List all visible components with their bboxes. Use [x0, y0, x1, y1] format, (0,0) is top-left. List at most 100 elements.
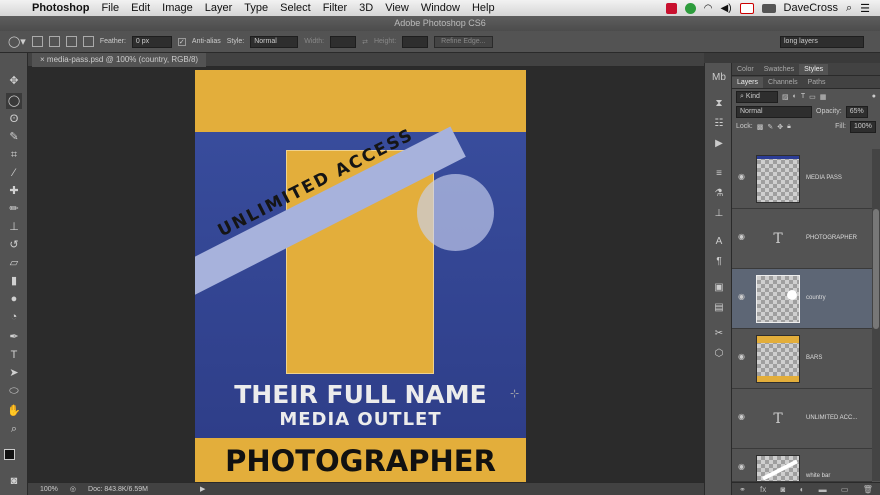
play-actions-icon[interactable]: ▶	[712, 137, 726, 151]
quick-mask-icon[interactable]: ◙	[6, 473, 22, 489]
lock-position-icon[interactable]: ✥	[777, 123, 783, 131]
healing-brush-tool-icon[interactable]: ✚	[6, 183, 22, 199]
status-menu-arrow-icon[interactable]: ▶	[200, 485, 205, 493]
character-panel-icon[interactable]: A	[712, 235, 726, 249]
elliptical-marquee-tool-icon[interactable]: ◯	[6, 93, 22, 109]
app-menu[interactable]: Photoshop	[32, 2, 89, 14]
lock-all-icon[interactable]: 🔒︎	[787, 123, 791, 131]
visibility-eye-icon[interactable]: ◉	[738, 413, 748, 421]
dodge-tool-icon[interactable]: ◔	[6, 309, 22, 325]
menu-select[interactable]: Select	[280, 2, 311, 14]
menu-file[interactable]: File	[101, 2, 119, 14]
add-mask-icon[interactable]: ◙	[781, 485, 786, 494]
filter-type-icon[interactable]: T	[801, 93, 805, 100]
layers-scrollbar[interactable]	[872, 149, 880, 481]
properties-panel-icon[interactable]: ☷	[712, 117, 726, 131]
foreground-color-swatch[interactable]	[4, 449, 15, 460]
fill-input[interactable]: 100%	[850, 120, 876, 133]
menu-type[interactable]: Type	[244, 2, 268, 14]
visibility-eye-icon[interactable]: ◉	[738, 463, 748, 471]
filter-pixel-icon[interactable]: ▨	[782, 93, 789, 101]
document-canvas[interactable]: UNLIMITED ACCESS THEIR FULL NAME MEDIA O…	[195, 70, 526, 482]
filter-toggle-icon[interactable]: ●	[872, 93, 876, 100]
tab-channels[interactable]: Channels	[763, 77, 803, 88]
filter-shape-icon[interactable]: ▭	[809, 93, 816, 101]
brush-panel-icon[interactable]: ⚗	[712, 187, 726, 201]
intersect-selection-icon[interactable]	[82, 36, 94, 47]
wifi-icon[interactable]: ◠	[704, 3, 713, 14]
visibility-eye-icon[interactable]: ◉	[738, 173, 748, 181]
brush-tool-icon[interactable]: ✏	[6, 201, 22, 217]
visibility-eye-icon[interactable]: ◉	[738, 233, 748, 241]
zoom-level[interactable]: 100%	[40, 486, 58, 493]
notes-panel-icon[interactable]: ▤	[712, 301, 726, 315]
zoom-tool-icon[interactable]: ⌕	[6, 421, 22, 437]
mini-bridge-icon[interactable]: Mb	[712, 71, 726, 85]
navigator-panel-icon[interactable]: ▣	[712, 281, 726, 295]
tab-swatches[interactable]: Swatches	[759, 64, 799, 75]
gradient-tool-icon[interactable]: ▮	[6, 273, 22, 289]
paragraph-panel-icon[interactable]: ¶	[712, 255, 726, 269]
new-layer-icon[interactable]: ▭	[841, 485, 849, 494]
eraser-tool-icon[interactable]: ▱	[6, 255, 22, 271]
tool-presets-icon[interactable]: ✂	[712, 327, 726, 341]
layer-filter-select[interactable]: ⌕ Kind	[736, 90, 778, 103]
feather-input[interactable]: 0 px	[131, 35, 172, 48]
layer-row-country[interactable]: ◉ country	[732, 269, 872, 329]
adjustment-layer-icon[interactable]: ◐	[800, 485, 805, 494]
canvas-area[interactable]: UNLIMITED ACCESS THEIR FULL NAME MEDIA O…	[28, 67, 704, 482]
close-tab-icon[interactable]: ×	[40, 55, 47, 64]
height-input[interactable]	[402, 35, 429, 48]
history-brush-tool-icon[interactable]: ↺	[6, 237, 22, 253]
lock-transparent-icon[interactable]: ▩	[757, 123, 764, 131]
scrollbar-thumb[interactable]	[873, 209, 879, 329]
width-input[interactable]	[330, 35, 357, 48]
tab-color[interactable]: Color	[732, 64, 759, 75]
3d-panel-icon[interactable]: ⬡	[712, 347, 726, 361]
search-icon[interactable]: ⌕	[846, 2, 852, 15]
visibility-eye-icon[interactable]: ◉	[738, 353, 748, 361]
clone-stamp-tool-icon[interactable]: ⊥	[6, 219, 22, 235]
clone-source-icon[interactable]: ⊥	[712, 207, 726, 221]
new-group-icon[interactable]: ▬	[819, 485, 827, 494]
refine-edge-button[interactable]: Refine Edge...	[434, 35, 493, 48]
menu-layer[interactable]: Layer	[205, 2, 233, 14]
hand-tool-icon[interactable]: ✋	[6, 403, 22, 419]
style-select[interactable]: Normal	[250, 35, 299, 48]
lock-image-icon[interactable]: ✎	[767, 123, 773, 131]
layer-row-photographer[interactable]: ◉ T PHOTOGRAPHER	[732, 209, 872, 269]
elliptical-marquee-preset-icon[interactable]: ◯▾	[8, 35, 26, 48]
crop-tool-icon[interactable]: ⌗	[6, 147, 22, 163]
menu-view[interactable]: View	[385, 2, 409, 14]
visibility-eye-icon[interactable]: ◉	[738, 293, 748, 301]
menu-image[interactable]: Image	[162, 2, 193, 14]
ellipse-shape-tool-icon[interactable]: ⬭	[6, 383, 22, 399]
path-selection-tool-icon[interactable]: ➤	[6, 365, 22, 381]
delete-layer-icon[interactable]: 🗑︎	[863, 485, 873, 494]
volume-icon[interactable]: ◀)	[721, 3, 732, 14]
menu-filter[interactable]: Filter	[323, 2, 347, 14]
menu-edit[interactable]: Edit	[131, 2, 150, 14]
app-status-icon[interactable]	[665, 2, 677, 14]
tab-styles[interactable]: Styles	[799, 64, 829, 75]
status-share-icon[interactable]: ◎	[70, 485, 76, 493]
add-selection-icon[interactable]	[48, 36, 60, 47]
type-tool-icon[interactable]: T	[6, 347, 22, 363]
blend-mode-select[interactable]: Normal	[736, 105, 812, 118]
layer-style-icon[interactable]: fx	[760, 485, 766, 494]
menu-3d[interactable]: 3D	[359, 2, 373, 14]
new-selection-icon[interactable]	[31, 36, 43, 47]
user-name[interactable]: DaveCross	[784, 2, 838, 14]
layer-row-unlimited-access[interactable]: ◉ T UNLIMITED ACC...	[732, 389, 872, 449]
antialias-checkbox-icon[interactable]: ✓	[177, 37, 186, 46]
tab-paths[interactable]: Paths	[803, 77, 831, 88]
filter-smart-object-icon[interactable]: ▦	[820, 93, 827, 101]
history-panel-icon[interactable]: ⧗	[712, 97, 726, 111]
menu-help[interactable]: Help	[472, 2, 495, 14]
layer-row-media-pass[interactable]: ◉ MEDIA PASS	[732, 149, 872, 209]
layer-row-white-bar[interactable]: ◉ white bar	[732, 449, 872, 482]
link-layers-icon[interactable]: ⚭	[739, 485, 746, 494]
swap-dimensions-icon[interactable]: ⇄	[362, 38, 368, 46]
lasso-tool-icon[interactable]: ʘ	[6, 111, 22, 127]
evernote-icon[interactable]	[684, 2, 696, 14]
